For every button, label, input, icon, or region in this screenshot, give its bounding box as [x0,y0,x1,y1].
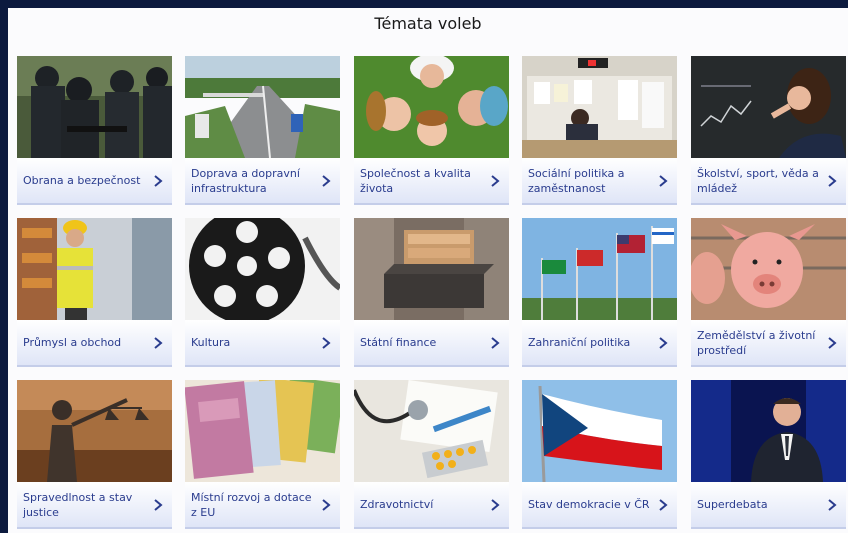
topic-card-demokracie[interactable]: Stav demokracie v ČR [522,380,677,529]
topic-label: Sociální politika a zaměstnanost [528,166,625,195]
highway-photo [185,56,340,158]
page-title: Témata voleb [374,14,482,33]
topic-label: Kultura [191,336,231,349]
topic-label: Stav demokracie v ČR [528,498,650,511]
chevron-right-icon [154,174,163,187]
topic-card-zdravotnictvi[interactable]: Zdravotnictví [354,380,509,529]
job-board-photo [522,56,677,158]
topic-card-superdebata[interactable]: Superdebata [691,380,846,529]
topic-label: Zdravotnictví [360,498,434,511]
chevron-right-icon [659,174,668,187]
topic-label: Superdebata [697,498,768,511]
topic-label: Průmysl a obchod [23,336,122,349]
topic-card-skolstvi[interactable]: Školství, sport, věda a mládež [691,56,846,205]
chevron-right-icon [828,336,837,349]
topic-card-doprava[interactable]: Doprava a dopravní infrastruktura [185,56,340,205]
chevron-right-icon [154,498,163,511]
chevron-right-icon [154,336,163,349]
topic-label: Zemědělství a životní prostředí [697,328,816,357]
chevron-right-icon [491,336,500,349]
topic-label: Spravedlnost a stav justice [23,490,133,519]
stethoscope-pills-photo [354,380,509,482]
warehouse-worker-photo [17,218,172,320]
topic-card-socialni[interactable]: Sociální politika a zaměstnanost [522,56,677,205]
blackboard-photo [691,56,846,158]
topic-label: Obrana a bezpečnost [23,174,141,187]
topic-card-prumysl[interactable]: Průmysl a obchod [17,218,172,367]
chevron-right-icon [491,498,500,511]
tv-host-photo [691,380,846,482]
topic-card-zemedelstvi[interactable]: Zemědělství a životní prostředí [691,218,846,367]
topic-card-zahranicni[interactable]: Zahraniční politika [522,218,677,367]
topic-label: Místní rozvoj a dotace z EU [191,490,312,519]
chevron-right-icon [659,498,668,511]
family-photo [354,56,509,158]
money-box-photo [354,218,509,320]
justitia-photo [17,380,172,482]
czech-flag-photo [522,380,677,482]
topic-card-obrana[interactable]: Obrana a bezpečnost [17,56,172,205]
topic-card-spravedlnost[interactable]: Spravedlnost a stav justice [17,380,172,529]
euro-banknotes-photo [185,380,340,482]
chevron-right-icon [322,498,331,511]
topic-label: Doprava a dopravní infrastruktura [191,166,300,195]
topic-card-mistni-rozvoj[interactable]: Místní rozvoj a dotace z EU [185,380,340,529]
topic-card-spolecnost[interactable]: Společnost a kvalita života [354,56,509,205]
topic-card-kultura[interactable]: Kultura [185,218,340,367]
topics-panel: Témata voleb Obrana a bezpečnost Doprava… [8,8,848,533]
chevron-right-icon [828,174,837,187]
chevron-right-icon [659,336,668,349]
film-reel-photo [185,218,340,320]
chevron-right-icon [828,498,837,511]
flags-photo [522,218,677,320]
soldiers-photo [17,56,172,158]
topic-label: Zahraniční politika [528,336,631,349]
pig-photo [691,218,846,320]
chevron-right-icon [322,336,331,349]
chevron-right-icon [322,174,331,187]
topic-label: Státní finance [360,336,437,349]
topic-label: Školství, sport, věda a mládež [697,166,819,195]
topic-card-financni[interactable]: Státní finance [354,218,509,367]
topic-label: Společnost a kvalita života [360,166,471,195]
chevron-right-icon [491,174,500,187]
